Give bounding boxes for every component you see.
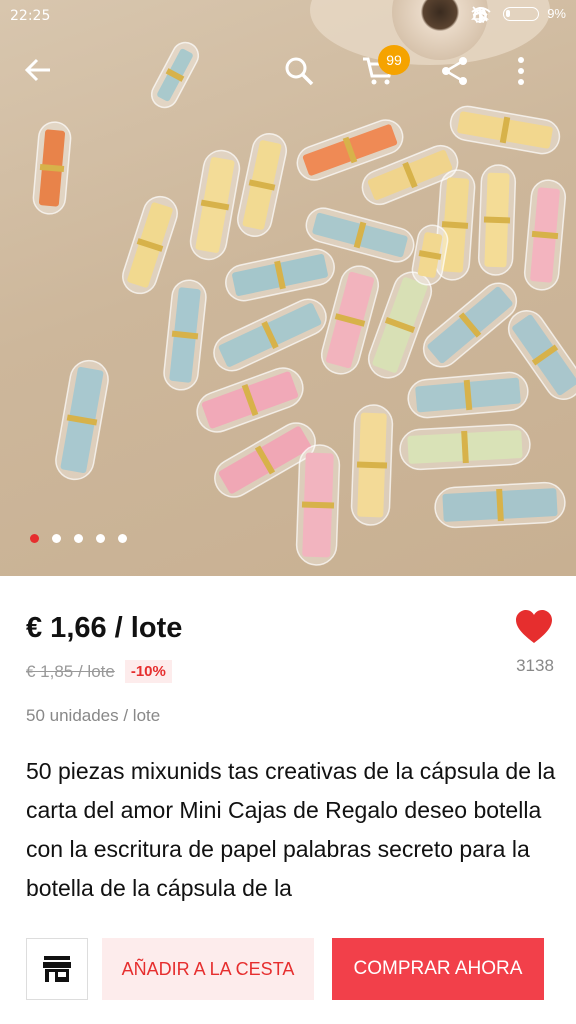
- share-icon: [442, 57, 467, 85]
- capsule: [350, 404, 394, 526]
- capsule: [236, 133, 288, 237]
- original-price: € 1,85 / lote: [26, 661, 115, 681]
- product-image[interactable]: 22:25 9% 99: [0, 0, 576, 576]
- units-per-lot: 50 unidades / lote: [26, 706, 161, 725]
- capsule: [434, 481, 566, 529]
- more-button[interactable]: [516, 56, 560, 100]
- battery-percent: 9%: [547, 6, 566, 21]
- capsule: [189, 149, 241, 261]
- status-time: 22:25: [10, 8, 51, 24]
- arrow-left-icon: [24, 58, 50, 82]
- capsule: [295, 444, 341, 566]
- capsule: [55, 359, 109, 481]
- bottom-action-bar: AÑADIR A LA CESTA COMPRAR AHORA: [0, 922, 576, 1024]
- store-icon: [43, 956, 71, 982]
- heart-icon: [516, 610, 552, 643]
- search-button[interactable]: [284, 56, 328, 100]
- capsule: [477, 164, 517, 276]
- status-bar: 22:25 9%: [0, 0, 576, 32]
- capsule: [449, 105, 561, 155]
- capsule: [150, 41, 200, 109]
- search-icon: [285, 57, 314, 86]
- more-vertical-icon: [518, 57, 524, 85]
- battery-icon: [503, 6, 540, 21]
- capsule: [122, 195, 178, 295]
- back-button[interactable]: [24, 56, 68, 100]
- gallery-dot: [74, 534, 83, 543]
- gallery-indicator: [30, 534, 127, 543]
- buy-now-button[interactable]: COMPRAR AHORA: [332, 938, 544, 1000]
- capsule: [163, 279, 207, 391]
- capsule: [225, 248, 335, 302]
- cart-badge: 99: [378, 45, 410, 75]
- product-title: 50 piezas mixunids tas creativas de la c…: [26, 758, 556, 901]
- price: € 1,66 / lote: [26, 612, 183, 644]
- share-button[interactable]: [440, 56, 484, 100]
- capsule: [422, 282, 518, 368]
- wishlist-button[interactable]: [514, 608, 554, 648]
- capsule: [399, 423, 531, 471]
- capsule: [32, 121, 72, 215]
- gallery-dot: [52, 534, 61, 543]
- gallery-dot: [30, 534, 39, 543]
- store-button[interactable]: [26, 938, 88, 1000]
- capsule: [213, 298, 327, 372]
- old-price-row: € 1,85 / lote -10%: [26, 660, 172, 683]
- gallery-dot: [96, 534, 105, 543]
- add-to-cart-button[interactable]: AÑADIR A LA CESTA: [102, 938, 314, 1000]
- discount-badge: -10%: [124, 660, 172, 683]
- capsule: [523, 179, 567, 291]
- wishlist-count: 3138: [516, 656, 554, 675]
- gallery-dot: [118, 534, 127, 543]
- capsule: [407, 371, 529, 419]
